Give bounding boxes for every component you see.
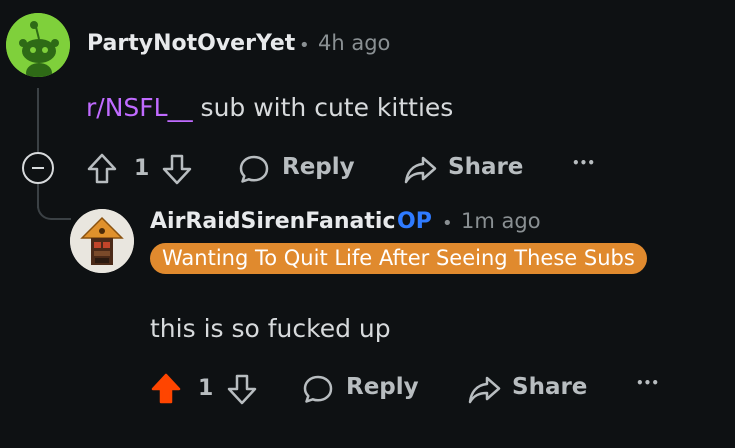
avatar[interactable] [6, 13, 70, 77]
upvote-arrow-icon [87, 153, 117, 184]
share-label: Share [448, 154, 524, 180]
avatar[interactable] [70, 209, 134, 273]
vote-count: 1 [134, 156, 150, 181]
comment-bubble-icon [303, 375, 333, 403]
more-options-button[interactable]: ••• [634, 376, 664, 400]
reply-button[interactable]: Reply [238, 153, 358, 185]
snoo-avatar-icon [6, 13, 70, 77]
downvote-arrow-icon [162, 154, 192, 185]
downvote-button[interactable] [226, 372, 258, 406]
thread-line [37, 88, 39, 152]
share-label: Share [512, 374, 588, 400]
share-arrow-icon [404, 156, 437, 184]
comment-timestamp: 4h ago [318, 31, 391, 55]
siren-avatar-icon [70, 209, 134, 273]
upvote-arrow-icon [151, 373, 181, 404]
reply-label: Reply [346, 374, 419, 400]
downvote-arrow-icon [227, 374, 257, 405]
reply-label: Reply [282, 154, 355, 180]
meta-separator: • [442, 213, 453, 234]
comment-body: r/NSFL__ sub with cute kitties [86, 93, 453, 122]
comment-username[interactable]: PartyNotOverYet [87, 31, 295, 56]
share-arrow-icon [468, 376, 501, 404]
comment-body: this is so fucked up [150, 314, 391, 343]
comment-username[interactable]: AirRaidSirenFanatic [150, 209, 396, 234]
collapse-thread-button[interactable] [22, 152, 54, 184]
op-badge: OP [397, 209, 432, 234]
comment-bubble-icon [239, 155, 269, 183]
upvote-button[interactable] [86, 152, 118, 186]
vote-count: 1 [198, 376, 214, 401]
comment-timestamp: 1m ago [461, 209, 541, 233]
downvote-button[interactable] [161, 152, 193, 186]
more-dots-icon: ••• [636, 376, 660, 390]
thread-branch [37, 190, 71, 220]
upvote-button[interactable] [150, 372, 182, 406]
comment-body-text: sub with cute kitties [192, 93, 454, 122]
more-options-button[interactable]: ••• [570, 156, 600, 180]
meta-separator: • [299, 35, 310, 56]
share-button[interactable]: Share [404, 153, 524, 185]
user-flair: Wanting To Quit Life After Seeing These … [150, 243, 647, 274]
subreddit-link[interactable]: r/NSFL__ [86, 93, 193, 122]
reply-button[interactable]: Reply [302, 373, 422, 405]
more-dots-icon: ••• [572, 156, 596, 170]
share-button[interactable]: Share [468, 373, 588, 405]
